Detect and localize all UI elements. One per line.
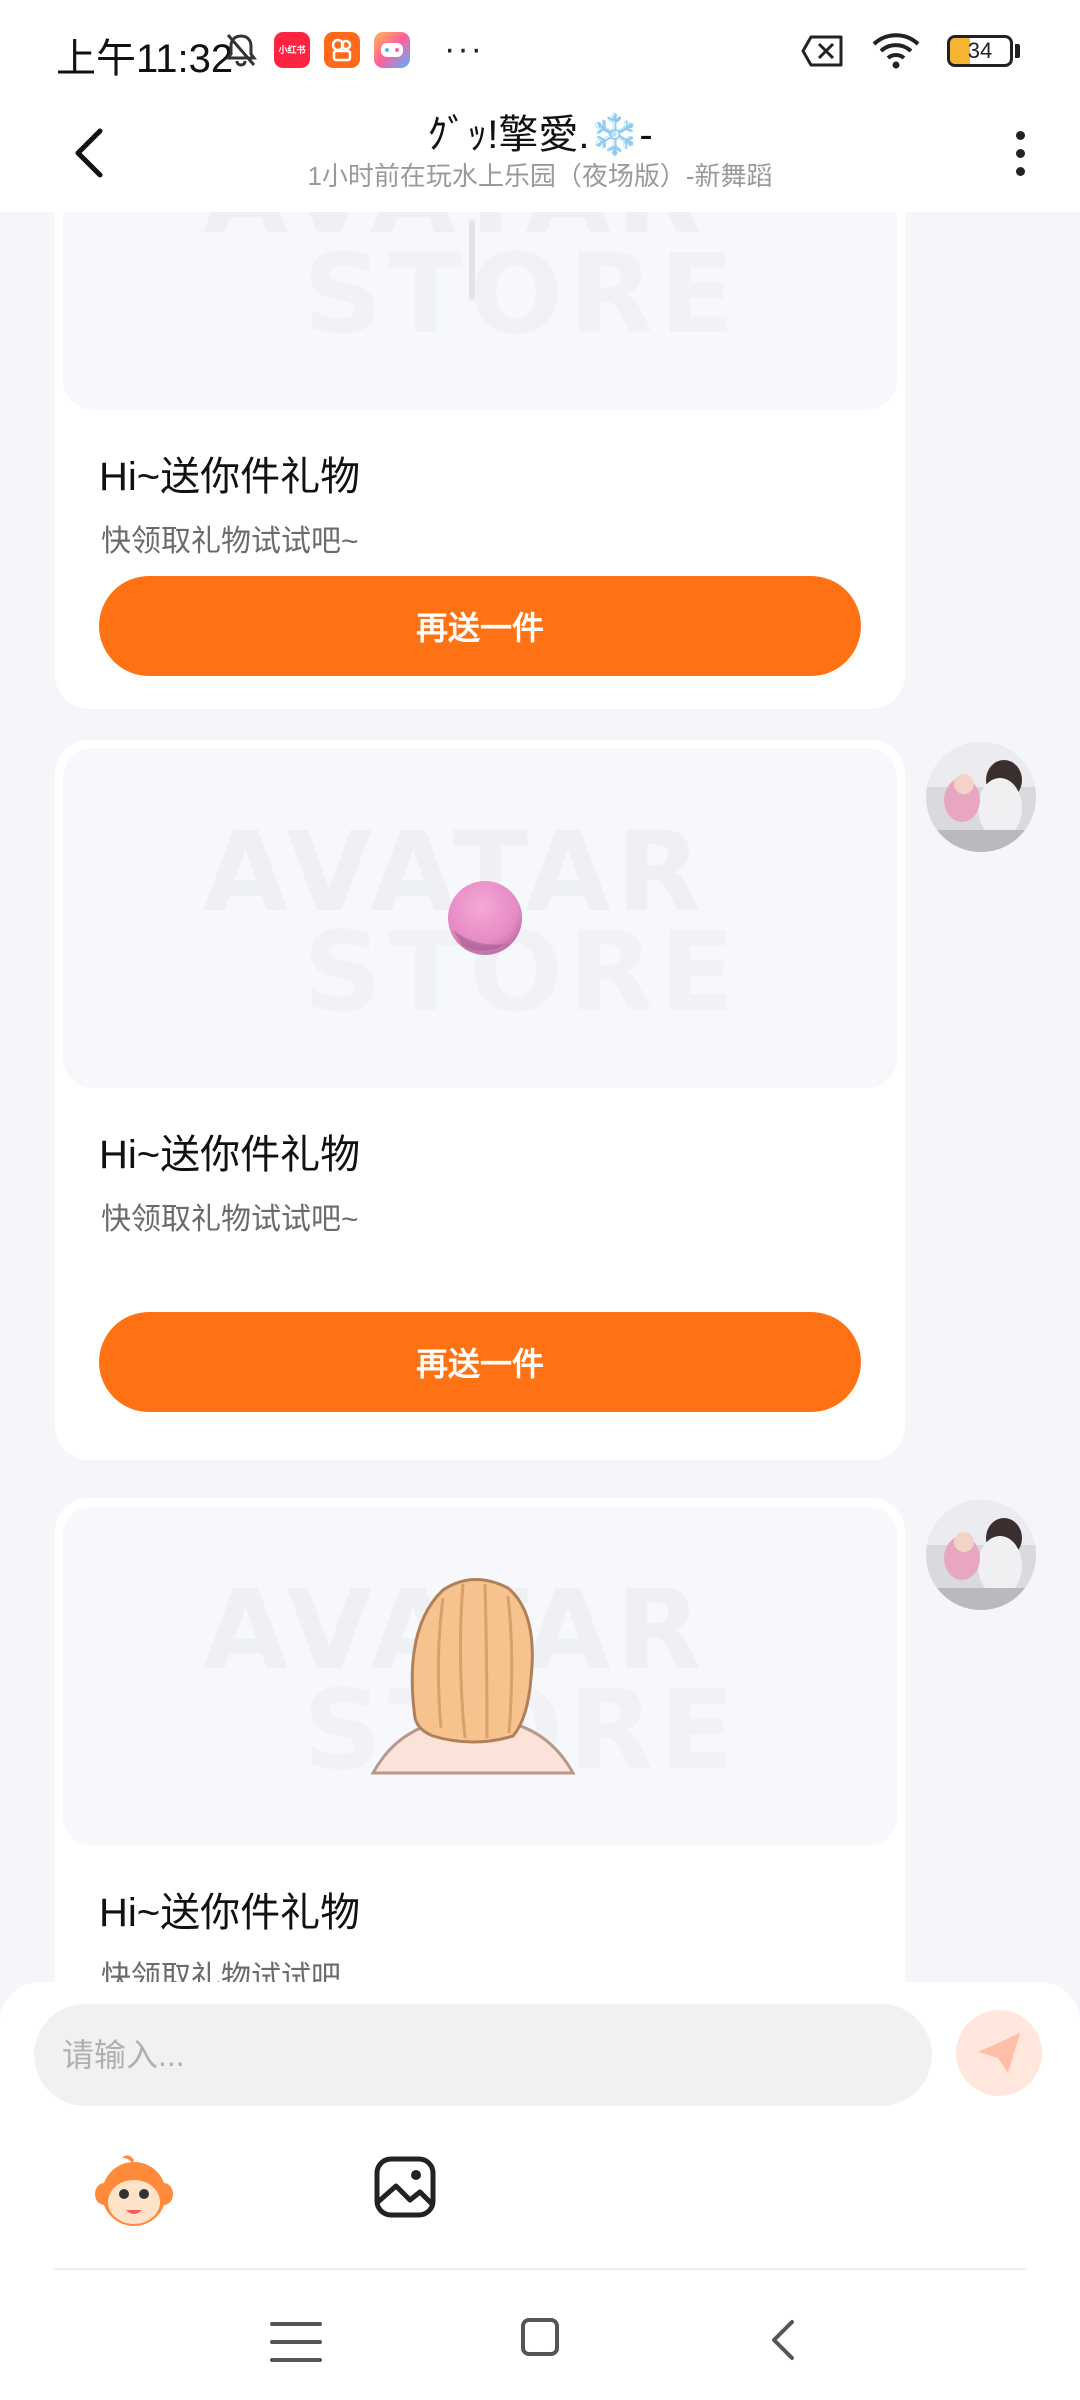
contact-name: ｸﾞｯ!擎愛.❄️- [427, 113, 653, 157]
gift-card-desc: 快领取礼物试试吧~ [101, 525, 359, 558]
game-center-app-icon [374, 31, 410, 68]
send-another-gift-button[interactable]: 再送一件 [99, 576, 861, 676]
kuaishou-app-icon [324, 31, 360, 68]
gift-card-desc: 快领取礼物试试吧~ [101, 1203, 359, 1236]
send-button[interactable] [956, 2010, 1042, 2096]
contact-status: 1小时前在玩水上乐园（夜场版）-新舞蹈 [307, 161, 773, 191]
avatar[interactable] [926, 742, 1036, 852]
status-bar: 上午11:32 小红书 ··· 34 [0, 0, 1080, 100]
battery-level: 34 [967, 38, 993, 63]
dot [1015, 148, 1025, 158]
status-time: 上午11:32 [56, 37, 234, 81]
message-input-panel [0, 1982, 1080, 2288]
wifi-icon [872, 33, 920, 69]
chat-message-list[interactable]: AVATAR STORE Hi~送你件礼物 快领取礼物试试吧~ 再送一件 AVA… [0, 212, 1080, 1982]
more-options-button[interactable] [1000, 118, 1040, 188]
back-arrow-icon [772, 2320, 794, 2360]
battery-icon: 34 [947, 35, 1013, 67]
gift-card-title: Hi~送你件礼物 [99, 1891, 361, 1935]
system-back-button[interactable] [764, 2318, 804, 2362]
send-another-gift-button[interactable]: 再送一件 [99, 1312, 861, 1412]
image-icon [374, 2156, 436, 2218]
gift-card: AVATAR STORE Hi~送你件礼物 快领取礼物试试吧~ 再送一件 [55, 740, 905, 1460]
divider [54, 2268, 1026, 2270]
dot [1015, 166, 1025, 176]
pink-ball-gift [448, 881, 522, 955]
chat-header: ｸﾞｯ!擎愛.❄️- 1小时前在玩水上乐园（夜场版）-新舞蹈 [0, 100, 1080, 212]
gift-image: AVATAR STORE [63, 1506, 897, 1846]
more-notifications-icon: ··· [444, 30, 484, 68]
message-input[interactable] [34, 2004, 932, 2106]
gift-card-title: Hi~送你件礼物 [99, 1133, 361, 1177]
status-right: 34 [801, 32, 1020, 70]
emoji-sticker-button[interactable] [92, 2150, 176, 2234]
gift-card-title: Hi~送你件礼物 [99, 455, 361, 499]
paper-plane-icon [978, 2033, 1020, 2073]
dot [1015, 130, 1025, 140]
watermark-store: STORE [303, 230, 741, 358]
avatar[interactable] [926, 1500, 1036, 1610]
gift-item-partial [469, 220, 475, 300]
no-sim-icon [801, 35, 843, 67]
home-button[interactable] [521, 2318, 559, 2356]
recent-apps-button[interactable] [270, 2322, 322, 2362]
gift-card: AVATAR STORE Hi~送你件礼物 快领取礼物试试吧 [55, 1498, 905, 1982]
gift-image: AVATAR STORE [63, 212, 897, 410]
blonde-hair-gift [370, 1578, 576, 1775]
xiaohongshu-app-icon: 小红书 [274, 31, 310, 68]
gift-card-desc: 快领取礼物试试吧 [101, 1961, 341, 1982]
gift-card: AVATAR STORE Hi~送你件礼物 快领取礼物试试吧~ 再送一件 [55, 212, 905, 709]
notification-icons: 小红书 ··· [222, 30, 484, 69]
gift-image: AVATAR STORE [63, 748, 897, 1088]
image-picker-button[interactable] [372, 2154, 438, 2220]
monkey-mascot-icon [95, 2155, 173, 2226]
bell-muted-icon [225, 33, 257, 67]
system-navigation-bar [0, 2288, 1080, 2400]
